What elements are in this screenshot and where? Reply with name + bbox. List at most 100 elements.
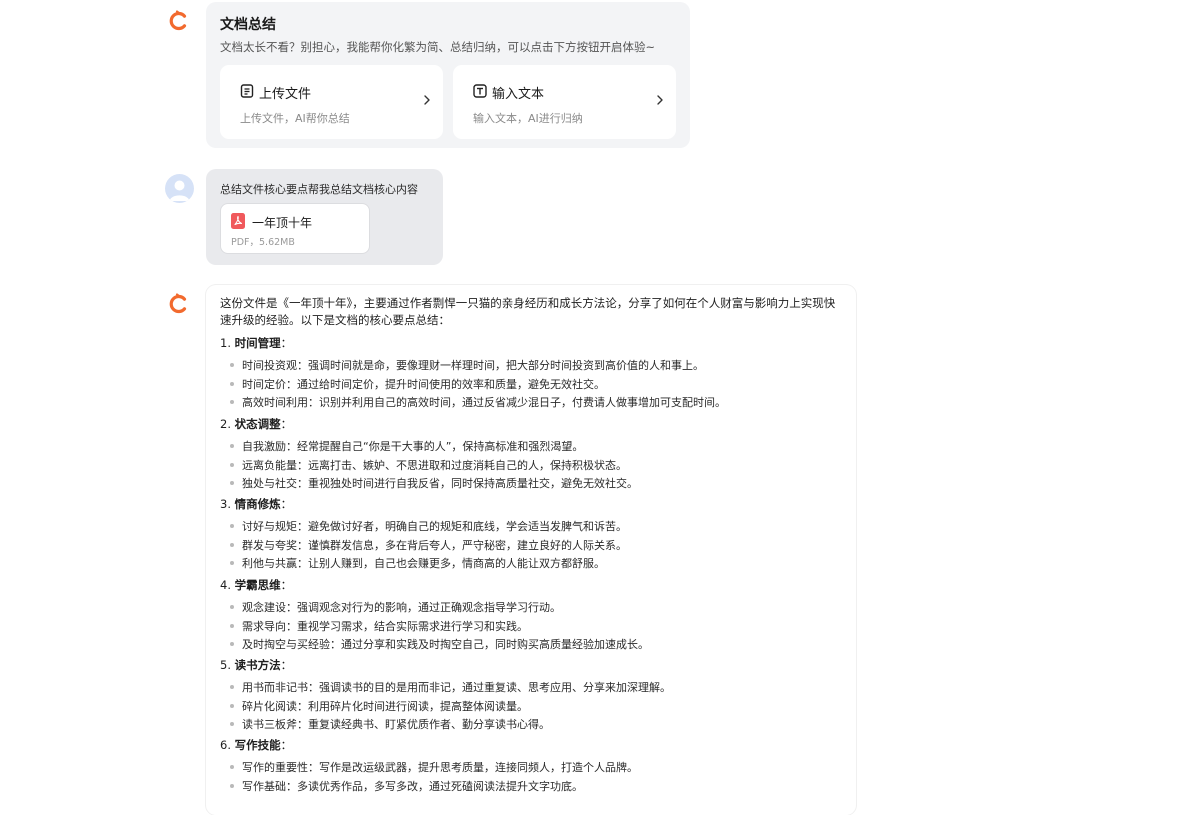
section-title: 状态调整 bbox=[234, 417, 281, 431]
section-colon: ： bbox=[280, 658, 293, 672]
bullet-dot-icon bbox=[230, 381, 234, 386]
list-item: 讨好与规矩：避免做讨好者，明确自己的规矩和底线，学会适当发脾气和诉苦。 bbox=[230, 518, 627, 534]
list-item: 需求导向：重视学习需求，结合实际需求进行学习和实践。 bbox=[230, 618, 528, 634]
bullet-dot-icon bbox=[230, 605, 234, 609]
assistant-logo-icon bbox=[169, 293, 187, 314]
text-icon bbox=[473, 84, 487, 98]
assistant-logo-icon bbox=[169, 10, 187, 31]
document-icon bbox=[240, 84, 254, 98]
user-message-bubble: 总结文件核心要点帮我总结文档核心内容 一年顶十年 PDF，5.62MB bbox=[206, 169, 443, 265]
section-number: 3. bbox=[220, 497, 235, 511]
list-item-text: 观念建设：强调观念对行为的影响，通过正确观念指导学习行动。 bbox=[242, 601, 561, 614]
section-number: 1. bbox=[220, 336, 235, 350]
section-colon: ： bbox=[280, 497, 293, 511]
list-item-text: 时间投资观：强调时间就是命，要像理财一样理时间，把大部分时间投资到高价值的人和事… bbox=[242, 359, 704, 372]
pdf-icon bbox=[231, 213, 245, 229]
list-item-text: 及时掏空与买经验：通过分享和实践及时掏空自己，同时购买高质量经验加速成长。 bbox=[242, 638, 649, 651]
section-heading: 3. 情商修炼： bbox=[220, 496, 292, 512]
list-item: 群发与夸奖：谨慎群发信息，多在背后夸人，严守秘密，建立良好的人际关系。 bbox=[230, 537, 627, 553]
section-number: 6. bbox=[220, 738, 235, 752]
bullet-dot-icon bbox=[230, 722, 234, 726]
bullet-dot-icon bbox=[230, 481, 234, 485]
section-number: 2. bbox=[220, 417, 235, 431]
assistant-answer-bubble: 这份文件是《一年顶十年》，主要通过作者剽悍一只猫的亲身经历和成长方法论，分享了如… bbox=[206, 285, 856, 815]
list-item-text: 需求导向：重视学习需求，结合实际需求进行学习和实践。 bbox=[242, 619, 528, 633]
attached-file-chip[interactable]: 一年顶十年 PDF，5.62MB bbox=[220, 203, 370, 254]
section-heading: 1. 时间管理： bbox=[220, 335, 292, 351]
upload-file-desc: 上传文件，AI帮你总结 bbox=[240, 112, 350, 125]
list-item-text: 读书三板斧：重复读经典书、盯紧优质作者、勤分享读书心得。 bbox=[242, 718, 550, 731]
input-text-title: 输入文本 bbox=[492, 87, 545, 102]
list-item-text: 远离负能量：远离打击、嫉妒、不思进取和过度消耗自己的人，保持积极状态。 bbox=[242, 458, 627, 472]
file-meta: PDF，5.62MB bbox=[231, 237, 295, 248]
list-item-text: 时间定价：通过给时间定价，提升时间使用的效率和质量，避免无效社交。 bbox=[242, 377, 605, 391]
section-title: 学霸思维 bbox=[234, 578, 281, 592]
section-title: 读书方法 bbox=[234, 658, 281, 672]
document-summary-card: 文档总结 文档太长不看？别担心，我能帮你化繁为简、总结归纳，可以点击下方按钮开启… bbox=[206, 2, 690, 148]
list-item: 碎片化阅读：利用碎片化时间进行阅读，提高整体阅读量。 bbox=[230, 698, 528, 714]
list-item: 写作基础：多读优秀作品，多写多改，通过死磕阅读法提升文字功底。 bbox=[230, 778, 583, 794]
upload-file-button[interactable]: 上传文件 上传文件，AI帮你总结 bbox=[220, 65, 443, 139]
list-item: 时间定价：通过给时间定价，提升时间使用的效率和质量，避免无效社交。 bbox=[230, 376, 605, 392]
user-avatar bbox=[165, 174, 194, 203]
list-item: 利他与共赢：让别人赚到，自己也会赚更多，情商高的人能让双方都舒服。 bbox=[230, 555, 605, 571]
bullet-dot-icon bbox=[230, 703, 234, 708]
section-colon: ： bbox=[280, 336, 293, 350]
section-heading: 4. 学霸思维： bbox=[220, 577, 292, 593]
bullet-dot-icon bbox=[230, 462, 234, 467]
bullet-dot-icon bbox=[230, 685, 234, 689]
bullet-dot-icon bbox=[230, 542, 234, 547]
bullet-dot-icon bbox=[230, 561, 234, 565]
section-colon: ： bbox=[280, 738, 293, 752]
list-item: 读书三板斧：重复读经典书、盯紧优质作者、勤分享读书心得。 bbox=[230, 716, 550, 732]
list-item-text: 高效时间利用：识别并利用自己的高效时间，通过反省减少混日子，付费请人做事增加可支… bbox=[242, 396, 726, 409]
list-item-text: 写作基础：多读优秀作品，多写多改，通过死磕阅读法提升文字功底。 bbox=[242, 779, 583, 793]
list-item: 高效时间利用：识别并利用自己的高效时间，通过反省减少混日子，付费请人做事增加可支… bbox=[230, 394, 726, 410]
bullet-dot-icon bbox=[230, 444, 234, 448]
section-heading: 5. 读书方法： bbox=[220, 657, 292, 673]
list-item-text: 用书而非记书：强调读书的目的是用而非记，通过重复读、思考应用、分享来加深理解。 bbox=[242, 681, 671, 694]
list-item-text: 写作的重要性：写作是改运级武器，提升思考质量，连接同频人，打造个人品牌。 bbox=[242, 761, 638, 774]
list-item: 用书而非记书：强调读书的目的是用而非记，通过重复读、思考应用、分享来加深理解。 bbox=[230, 679, 671, 695]
bullet-dot-icon bbox=[230, 363, 234, 367]
bullet-dot-icon bbox=[230, 642, 234, 646]
card-subtitle: 文档太长不看？别担心，我能帮你化繁为简、总结归纳，可以点击下方按钮开启体验~ bbox=[220, 40, 656, 54]
section-title: 情商修炼 bbox=[234, 497, 281, 511]
chevron-right-icon bbox=[424, 95, 430, 105]
list-item-text: 讨好与规矩：避免做讨好者，明确自己的规矩和底线，学会适当发脾气和诉苦。 bbox=[242, 520, 627, 533]
chevron-right-icon bbox=[657, 95, 663, 105]
list-item: 写作的重要性：写作是改运级武器，提升思考质量，连接同频人，打造个人品牌。 bbox=[230, 759, 638, 775]
bullet-dot-icon bbox=[230, 524, 234, 528]
section-heading: 6. 写作技能： bbox=[220, 737, 292, 753]
card-title: 文档总结 bbox=[220, 17, 276, 33]
section-heading: 2. 状态调整： bbox=[220, 416, 292, 432]
section-title: 写作技能 bbox=[234, 738, 281, 752]
upload-file-title: 上传文件 bbox=[259, 87, 312, 102]
section-colon: ： bbox=[280, 417, 293, 431]
list-item: 时间投资观：强调时间就是命，要像理财一样理时间，把大部分时间投资到高价值的人和事… bbox=[230, 357, 704, 373]
list-item-text: 群发与夸奖：谨慎群发信息，多在背后夸人，严守秘密，建立良好的人际关系。 bbox=[242, 538, 627, 552]
input-text-button[interactable]: 输入文本 输入文本，AI进行归纳 bbox=[453, 65, 676, 139]
list-item-text: 利他与共赢：让别人赚到，自己也会赚更多，情商高的人能让双方都舒服。 bbox=[242, 557, 605, 570]
section-title: 时间管理 bbox=[234, 336, 281, 350]
list-item: 远离负能量：远离打击、嫉妒、不思进取和过度消耗自己的人，保持积极状态。 bbox=[230, 457, 627, 473]
user-silhouette-icon bbox=[169, 180, 190, 201]
list-item-text: 独处与社交：重视独处时间进行自我反省，同时保持高质量社交，避免无效社交。 bbox=[242, 477, 638, 490]
list-item-text: 自我激励：经常提醒自己“你是干大事的人”，保持高标准和强烈渴望。 bbox=[242, 440, 584, 453]
bullet-dot-icon bbox=[230, 623, 234, 628]
user-message-text: 总结文件核心要点帮我总结文档核心内容 bbox=[220, 183, 418, 196]
list-item-text: 碎片化阅读：利用碎片化时间进行阅读，提高整体阅读量。 bbox=[242, 699, 528, 713]
list-item: 独处与社交：重视独处时间进行自我反省，同时保持高质量社交，避免无效社交。 bbox=[230, 475, 638, 491]
section-colon: ： bbox=[280, 578, 293, 592]
list-item: 观念建设：强调观念对行为的影响，通过正确观念指导学习行动。 bbox=[230, 599, 561, 615]
answer-intro: 这份文件是《一年顶十年》，主要通过作者剽悍一只猫的亲身经历和成长方法论，分享了如… bbox=[220, 296, 836, 327]
input-text-desc: 输入文本，AI进行归纳 bbox=[473, 112, 583, 125]
list-item: 及时掏空与买经验：通过分享和实践及时掏空自己，同时购买高质量经验加速成长。 bbox=[230, 636, 649, 652]
section-number: 4. bbox=[220, 578, 235, 592]
bullet-dot-icon bbox=[230, 765, 234, 769]
bullet-dot-icon bbox=[230, 783, 234, 788]
list-item: 自我激励：经常提醒自己“你是干大事的人”，保持高标准和强烈渴望。 bbox=[230, 438, 583, 454]
bullet-dot-icon bbox=[230, 400, 234, 404]
section-number: 5. bbox=[220, 658, 235, 672]
file-name: 一年顶十年 bbox=[252, 216, 313, 230]
